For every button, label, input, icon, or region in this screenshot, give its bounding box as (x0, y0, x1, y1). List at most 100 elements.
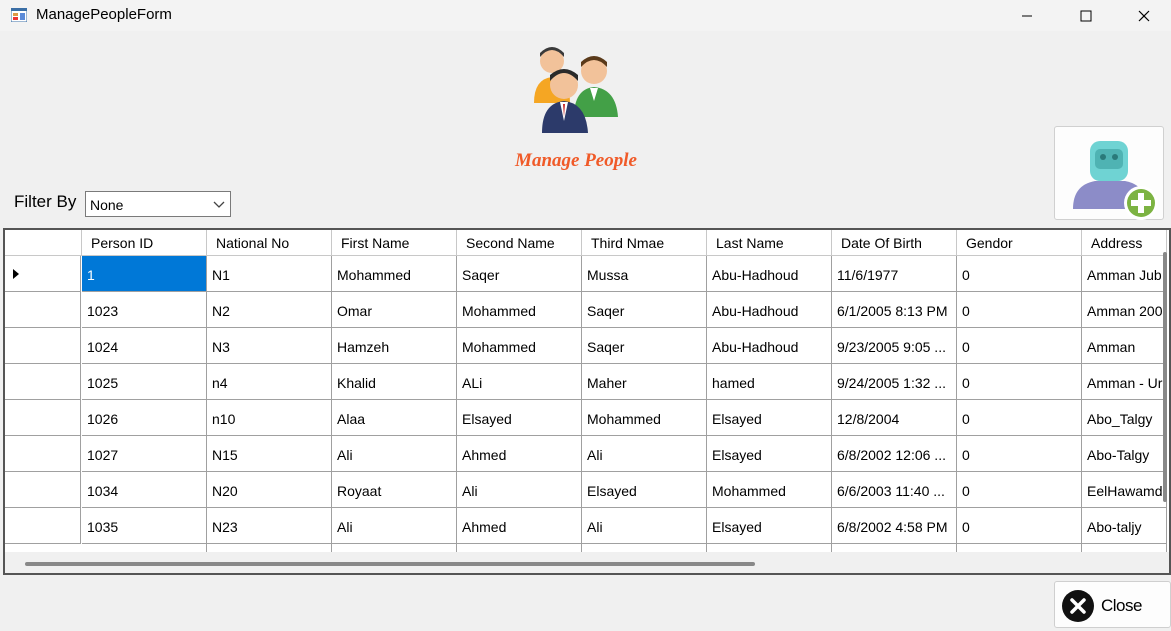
table-cell[interactable]: Elsayed (707, 508, 832, 544)
table-cell[interactable]: Elsayed (582, 472, 707, 508)
table-cell[interactable]: Ali (332, 508, 457, 544)
table-cell[interactable]: hamed (707, 364, 832, 400)
table-row[interactable]: 1 N1 Mohammed Saqer Mussa Abu-Hadhoud 11/6/197… (5, 256, 1167, 292)
filter-dropdown[interactable]: None (85, 191, 231, 217)
table-cell[interactable]: 1 (82, 256, 207, 292)
table-cell[interactable]: 6/8/2002 12:06 ... (832, 436, 957, 472)
table-cell[interactable]: 12/8/2004 (832, 400, 957, 436)
row-header[interactable] (5, 436, 81, 472)
table-cell[interactable]: Amman 200 (1082, 292, 1167, 328)
column-header[interactable]: Last Name (707, 230, 832, 256)
column-header[interactable]: Gendor (957, 230, 1082, 256)
table-cell[interactable]: Mohammed (457, 292, 582, 328)
column-header[interactable]: National No (207, 230, 332, 256)
column-header[interactable]: Person ID (82, 230, 207, 256)
table-row[interactable]: 1025 n4 Khalid ALi Maher hamed 9/24/2005 1:32 … (5, 364, 1167, 400)
table-cell[interactable]: 1023 (82, 292, 207, 328)
column-header[interactable]: First Name (332, 230, 457, 256)
row-header[interactable] (5, 364, 81, 400)
column-header[interactable]: Address (1082, 230, 1167, 256)
table-cell[interactable]: Ali (582, 436, 707, 472)
table-cell[interactable]: Elsayed (707, 436, 832, 472)
table-cell[interactable]: N1 (207, 256, 332, 292)
table-cell[interactable]: Abu-Hadhoud (707, 292, 832, 328)
column-header[interactable]: Date Of Birth (832, 230, 957, 256)
table-cell[interactable]: 1024 (82, 328, 207, 364)
table-cell[interactable]: Hamzeh (332, 328, 457, 364)
horizontal-scrollbar[interactable] (25, 562, 755, 566)
table-cell[interactable]: 0 (957, 436, 1082, 472)
table-cell[interactable]: Saqer (582, 292, 707, 328)
table-cell[interactable]: 9/24/2005 1:32 ... (832, 364, 957, 400)
table-cell[interactable]: Abo-taljy (1082, 508, 1167, 544)
row-header[interactable] (5, 400, 81, 436)
table-cell[interactable]: 0 (957, 328, 1082, 364)
table-cell[interactable]: Khalid (332, 364, 457, 400)
table-cell[interactable]: 6/1/2005 8:13 PM (832, 292, 957, 328)
row-header[interactable] (5, 256, 81, 292)
table-cell[interactable]: Ahmed (457, 508, 582, 544)
table-cell[interactable]: Amman - Ur (1082, 364, 1167, 400)
table-cell[interactable]: Maher (582, 364, 707, 400)
table-cell[interactable]: 0 (957, 292, 1082, 328)
table-cell[interactable]: Saqer (457, 256, 582, 292)
maximize-button[interactable] (1057, 0, 1115, 31)
vertical-scrollbar[interactable] (1163, 252, 1167, 502)
table-row[interactable]: 1024 N3 Hamzeh Mohammed Saqer Abu-Hadhoud 9/23… (5, 328, 1167, 364)
table-cell[interactable]: 0 (957, 364, 1082, 400)
table-cell[interactable]: 6/8/2002 4:58 PM (832, 508, 957, 544)
table-cell[interactable]: Abu-Hadhoud (707, 256, 832, 292)
table-cell[interactable]: Royaat (332, 472, 457, 508)
table-cell[interactable]: Abo_Talgy (1082, 400, 1167, 436)
minimize-button[interactable] (998, 0, 1056, 31)
table-cell[interactable]: 1034 (82, 472, 207, 508)
table-cell[interactable]: Alaa (332, 400, 457, 436)
table-cell[interactable]: Mohammed (582, 400, 707, 436)
table-cell[interactable]: 1035 (82, 508, 207, 544)
table-cell[interactable]: Mohammed (457, 328, 582, 364)
row-header[interactable] (5, 292, 81, 328)
table-cell[interactable]: N3 (207, 328, 332, 364)
row-header[interactable] (5, 508, 81, 544)
table-cell[interactable]: N23 (207, 508, 332, 544)
table-row[interactable]: 1026 n10 Alaa Elsayed Mohammed Elsayed 12/8/20… (5, 400, 1167, 436)
table-row[interactable]: 1023 N2 Omar Mohammed Saqer Abu-Hadhoud 6/1/20… (5, 292, 1167, 328)
table-cell[interactable]: 0 (957, 508, 1082, 544)
table-cell[interactable]: Amman (1082, 328, 1167, 364)
table-cell[interactable]: 0 (957, 472, 1082, 508)
table-row[interactable]: 1035 N23 Ali Ahmed Ali Elsayed 6/8/2002 4:58 P… (5, 508, 1167, 544)
table-cell[interactable]: ALi (457, 364, 582, 400)
add-person-button[interactable] (1054, 126, 1164, 220)
table-cell[interactable]: 1027 (82, 436, 207, 472)
table-cell[interactable]: Ali (332, 436, 457, 472)
table-cell[interactable]: Abu-Hadhoud (707, 328, 832, 364)
row-header[interactable] (5, 472, 81, 508)
table-cell[interactable]: Mohammed (707, 472, 832, 508)
close-window-button[interactable] (1115, 0, 1171, 31)
table-cell[interactable]: 0 (957, 400, 1082, 436)
table-cell[interactable]: N15 (207, 436, 332, 472)
table-cell[interactable]: N2 (207, 292, 332, 328)
table-cell[interactable]: Saqer (582, 328, 707, 364)
table-cell[interactable]: 0 (957, 256, 1082, 292)
table-cell[interactable]: 9/23/2005 9:05 ... (832, 328, 957, 364)
table-cell[interactable]: Elsayed (457, 400, 582, 436)
table-cell[interactable]: Ahmed (457, 436, 582, 472)
table-cell[interactable]: Elsayed (707, 400, 832, 436)
table-cell[interactable]: n4 (207, 364, 332, 400)
table-cell[interactable]: 11/6/1977 (832, 256, 957, 292)
table-cell[interactable]: n10 (207, 400, 332, 436)
column-header[interactable]: Second Name (457, 230, 582, 256)
table-cell[interactable]: EelHawamd (1082, 472, 1167, 508)
table-cell[interactable]: Mussa (582, 256, 707, 292)
close-button[interactable]: Close (1054, 581, 1171, 628)
table-cell[interactable]: N20 (207, 472, 332, 508)
table-cell[interactable]: Omar (332, 292, 457, 328)
table-cell[interactable]: 6/6/2003 11:40 ... (832, 472, 957, 508)
table-cell[interactable]: 1025 (82, 364, 207, 400)
table-row[interactable]: 1027 N15 Ali Ahmed Ali Elsayed 6/8/2002 12:06 … (5, 436, 1167, 472)
column-header[interactable]: Third Nmae (582, 230, 707, 256)
table-row[interactable]: 1034 N20 Royaat Ali Elsayed Mohammed 6/6/2003 … (5, 472, 1167, 508)
table-cell[interactable]: Ali (582, 508, 707, 544)
row-header[interactable] (5, 328, 81, 364)
